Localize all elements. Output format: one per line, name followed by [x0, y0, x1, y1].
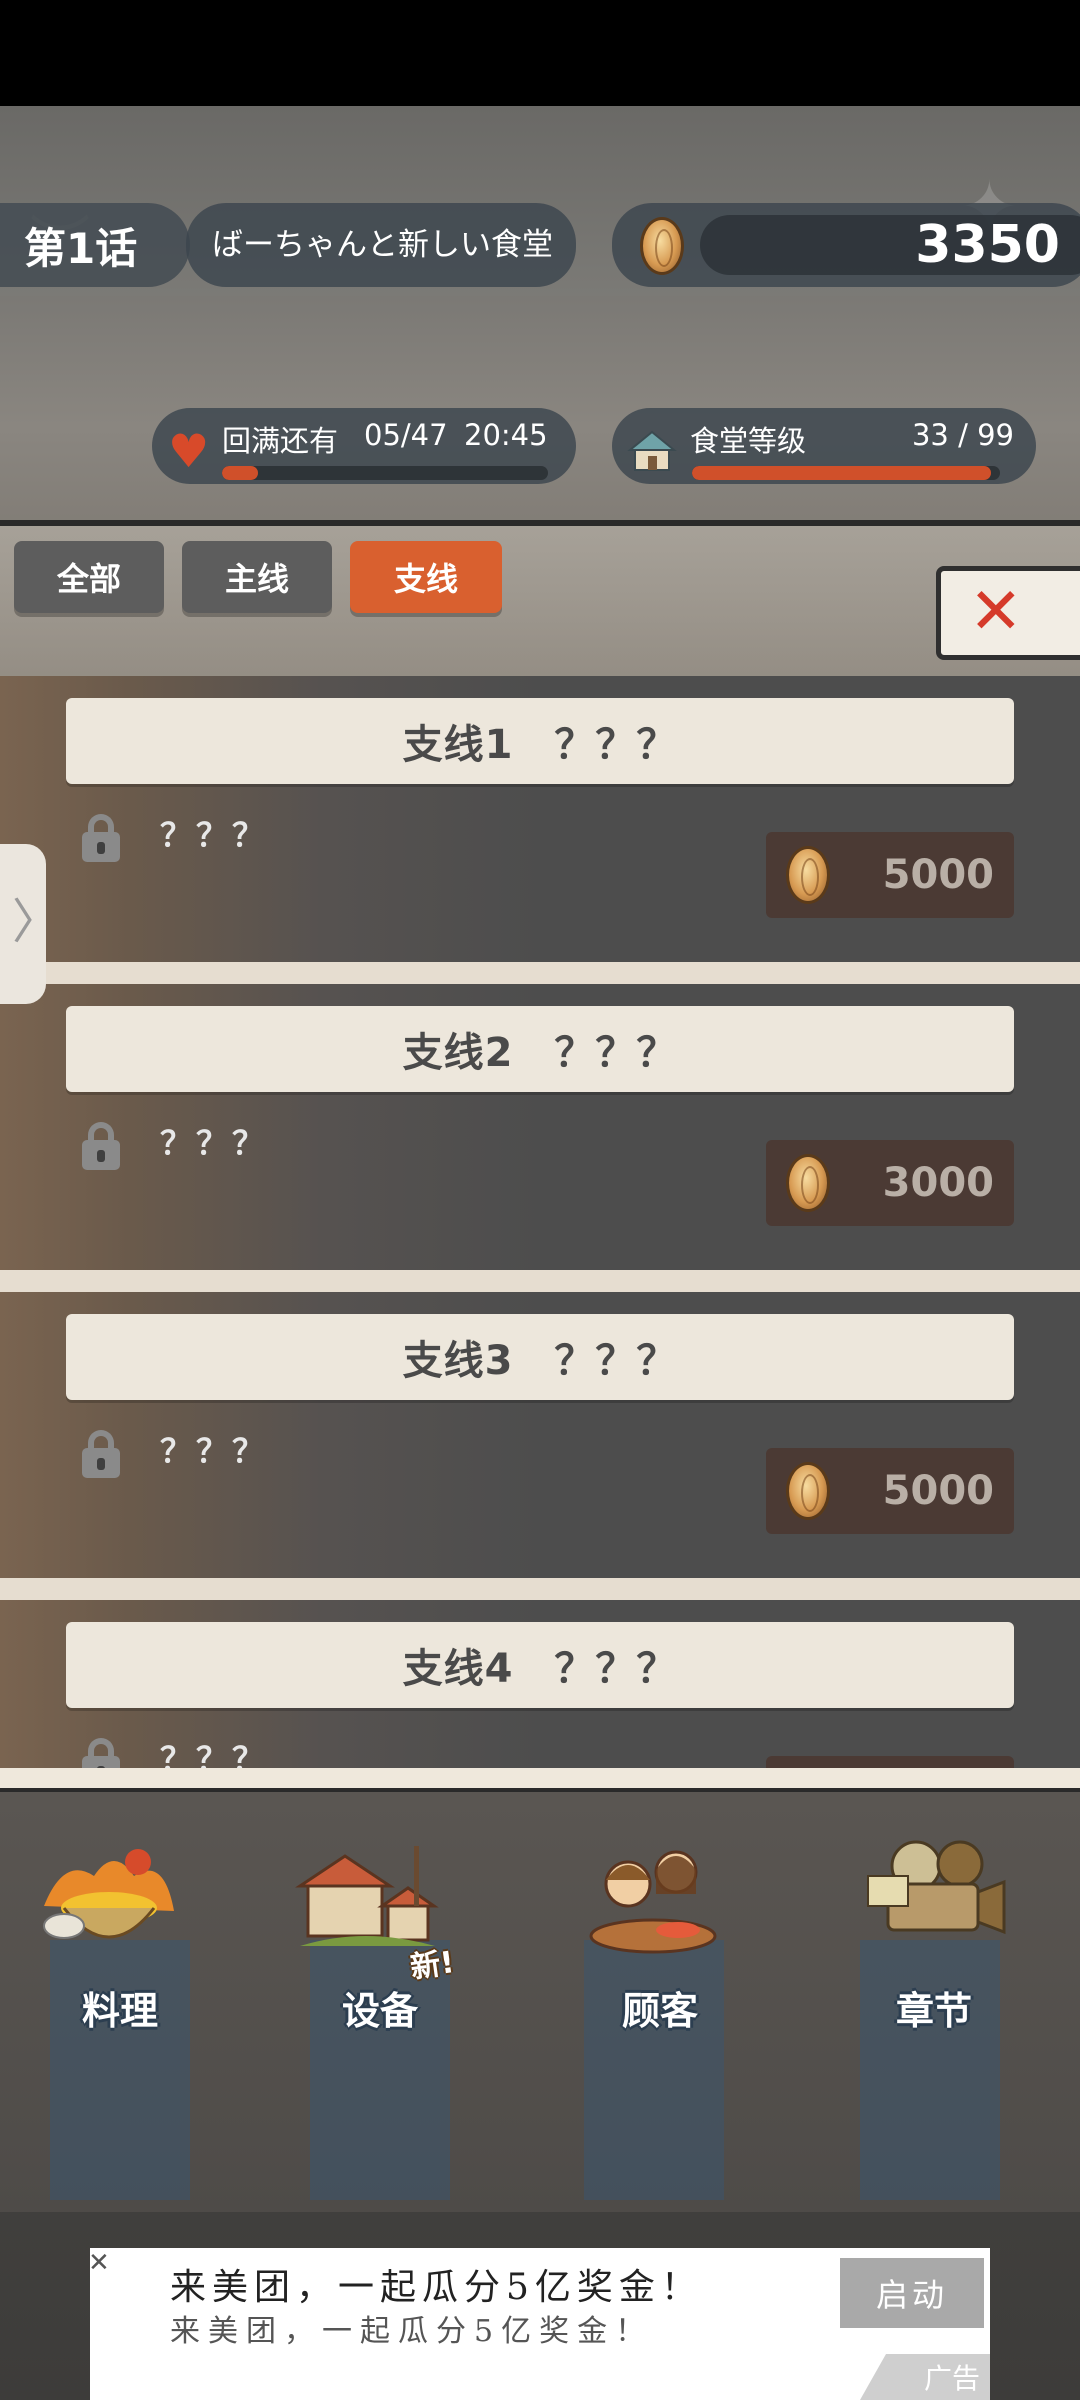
lock-icon	[82, 1738, 120, 1768]
panel-bottom-border	[0, 1768, 1080, 1792]
level-value: 33 / 99	[911, 418, 1014, 452]
chapter-card-desc: ？？？	[160, 1432, 269, 1470]
level-bar-fill	[692, 466, 991, 480]
unlock-price: 3000	[882, 1160, 994, 1206]
side-story-list[interactable]: 支线1 ？？？ ？？？ 5000 支线2 ？？？ ？？？ 3000 支线3 ？？…	[0, 676, 1080, 1768]
lock-icon	[82, 1122, 120, 1170]
level-label: 食堂等级	[690, 424, 807, 458]
card-divider	[0, 1578, 1080, 1600]
lock-icon	[82, 814, 120, 862]
nav-label-cooking[interactable]: 料理	[40, 1980, 200, 2035]
coin-icon	[640, 217, 684, 275]
house-facilities-icon[interactable]	[290, 1836, 440, 1956]
house-icon	[627, 430, 677, 471]
customers-icon[interactable]	[578, 1836, 728, 1956]
tab-main-story[interactable]: 主线	[182, 541, 332, 613]
nav-label-chapters[interactable]: 章节	[854, 1980, 1014, 2035]
chapter-card-title: 支线3 ？？？	[66, 1314, 1014, 1400]
coin-icon	[786, 1154, 830, 1212]
list-item[interactable]: 支线2 ？？？ ？？？ 3000	[0, 984, 1080, 1270]
chapter-card-desc: ？？？	[160, 1124, 269, 1162]
nav-column	[50, 1940, 190, 2200]
nav-label-facilities[interactable]: 设备	[300, 1980, 460, 2035]
unlock-price-button[interactable]: 5000	[766, 832, 1014, 918]
film-camera-icon[interactable]	[858, 1836, 1008, 1956]
tab-side-story[interactable]: 支线	[350, 541, 502, 613]
close-button[interactable]: ✕	[936, 566, 1080, 660]
unlock-price-button[interactable]: 3000	[766, 1140, 1014, 1226]
chapter-title: ばーちゃんと新しい食堂	[212, 227, 553, 263]
ad-title: 来美团，一起瓜分5亿奖金！	[170, 2267, 703, 2308]
list-item[interactable]: 支线1 ？？？ ？？？ 5000	[0, 676, 1080, 962]
side-drawer-handle[interactable]: 〉	[0, 844, 60, 1004]
nav-column	[584, 1940, 724, 2200]
stamina-timer: 20:45	[464, 418, 548, 452]
cooking-pot-icon[interactable]	[34, 1836, 184, 1956]
stamina-count: 05/47	[364, 418, 448, 452]
heart-icon: ♥	[168, 424, 210, 478]
coin-icon	[786, 1462, 830, 1520]
close-icon: ✕	[969, 575, 1023, 649]
card-divider	[0, 1270, 1080, 1292]
stamina-label: 回满还有	[222, 424, 339, 458]
chapter-card-desc: ？？？	[160, 1740, 269, 1768]
chapter-card-title: 支线2 ？？？	[66, 1006, 1014, 1092]
list-item[interactable]: 支线4 ？？？ ？？？	[0, 1600, 1080, 1768]
chapter-card-desc: ？？？	[160, 816, 269, 854]
chapter-number: 第1话	[0, 203, 190, 287]
unlock-price-button[interactable]	[766, 1756, 1014, 1768]
card-divider	[0, 962, 1080, 984]
coin-icon	[786, 846, 830, 904]
chevron-right-icon: 〉	[12, 894, 61, 950]
ad-subtitle: 来美团，一起瓜分5亿奖金！	[170, 2314, 654, 2349]
unlock-price: 5000	[882, 852, 994, 898]
chapter-card-title: 支线4 ？？？	[66, 1622, 1014, 1708]
unlock-price-button[interactable]: 5000	[766, 1448, 1014, 1534]
chapter-card-title: 支线1 ？？？	[66, 698, 1014, 784]
ad-close-icon[interactable]: ✕	[88, 2250, 114, 2276]
unlock-price: 5000	[882, 1468, 994, 1514]
list-item[interactable]: 支线3 ？？？ ？？？ 5000	[0, 1292, 1080, 1578]
stamina-bar	[222, 466, 548, 480]
coin-value: 3350	[915, 215, 1060, 275]
status-bar	[0, 0, 1080, 106]
nav-label-customers[interactable]: 顾客	[580, 1980, 740, 2035]
nav-column	[860, 1940, 1000, 2200]
stamina-bar-fill	[222, 466, 258, 480]
ad-launch-button[interactable]: 启动	[840, 2258, 984, 2328]
lock-icon	[82, 1430, 120, 1478]
level-bar	[692, 466, 1000, 480]
tab-all[interactable]: 全部	[14, 541, 164, 613]
